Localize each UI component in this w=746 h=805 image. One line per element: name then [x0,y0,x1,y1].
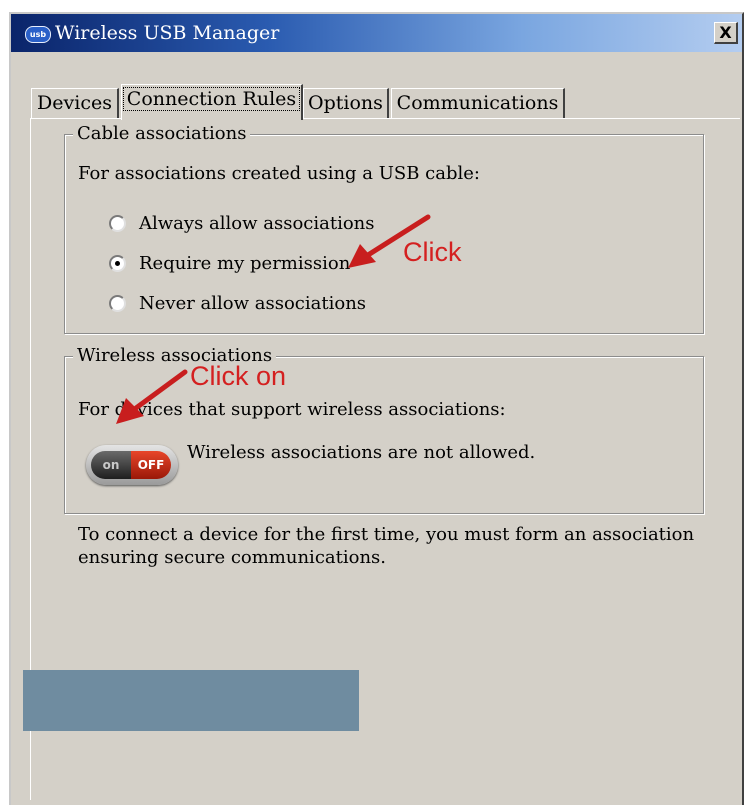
title-bar[interactable]: usb Wireless USB Manager X [11,14,742,52]
tab-communications-label: Communications [396,92,559,114]
footer-text-line2: ensuring secure communications. [78,547,387,568]
tab-options[interactable]: Options [303,88,389,118]
toggle-on-segment[interactable]: on [91,451,131,479]
window-title: Wireless USB Manager [55,22,280,44]
radio-always-allow[interactable] [109,215,126,232]
tab-connection-rules-label: Connection Rules [122,87,301,111]
tab-strip: Devices Connection Rules Options Communi… [11,84,742,120]
label-require-permission[interactable]: Require my permission [139,253,350,275]
wireless-status-text: Wireless associations are not allowed. [187,442,536,463]
tab-devices[interactable]: Devices [31,88,119,118]
radio-require-permission[interactable] [109,255,126,272]
usb-icon: usb [25,26,51,43]
toggle-off-segment[interactable]: OFF [131,451,171,479]
label-never-allow[interactable]: Never allow associations [139,293,366,315]
cable-associations-legend: Cable associations [73,123,251,145]
wireless-associations-group: Wireless associations [64,345,704,514]
tab-options-label: Options [308,92,383,114]
wireless-description: For devices that support wireless associ… [78,399,506,420]
redaction-overlay [23,670,359,731]
tab-communications[interactable]: Communications [391,88,565,118]
tab-devices-label: Devices [37,92,112,114]
tab-connection-rules[interactable]: Connection Rules [121,84,303,120]
cable-description: For associations created using a USB cab… [78,163,480,184]
radio-never-allow[interactable] [109,295,126,312]
close-button[interactable]: X [714,22,738,44]
wireless-toggle[interactable]: on OFF [86,445,178,485]
label-always-allow[interactable]: Always allow associations [139,213,375,235]
annotation-click: Click [403,237,462,267]
footer-text-line1: To connect a device for the first time, … [78,524,695,545]
annotation-click-on: Click on [190,361,287,391]
